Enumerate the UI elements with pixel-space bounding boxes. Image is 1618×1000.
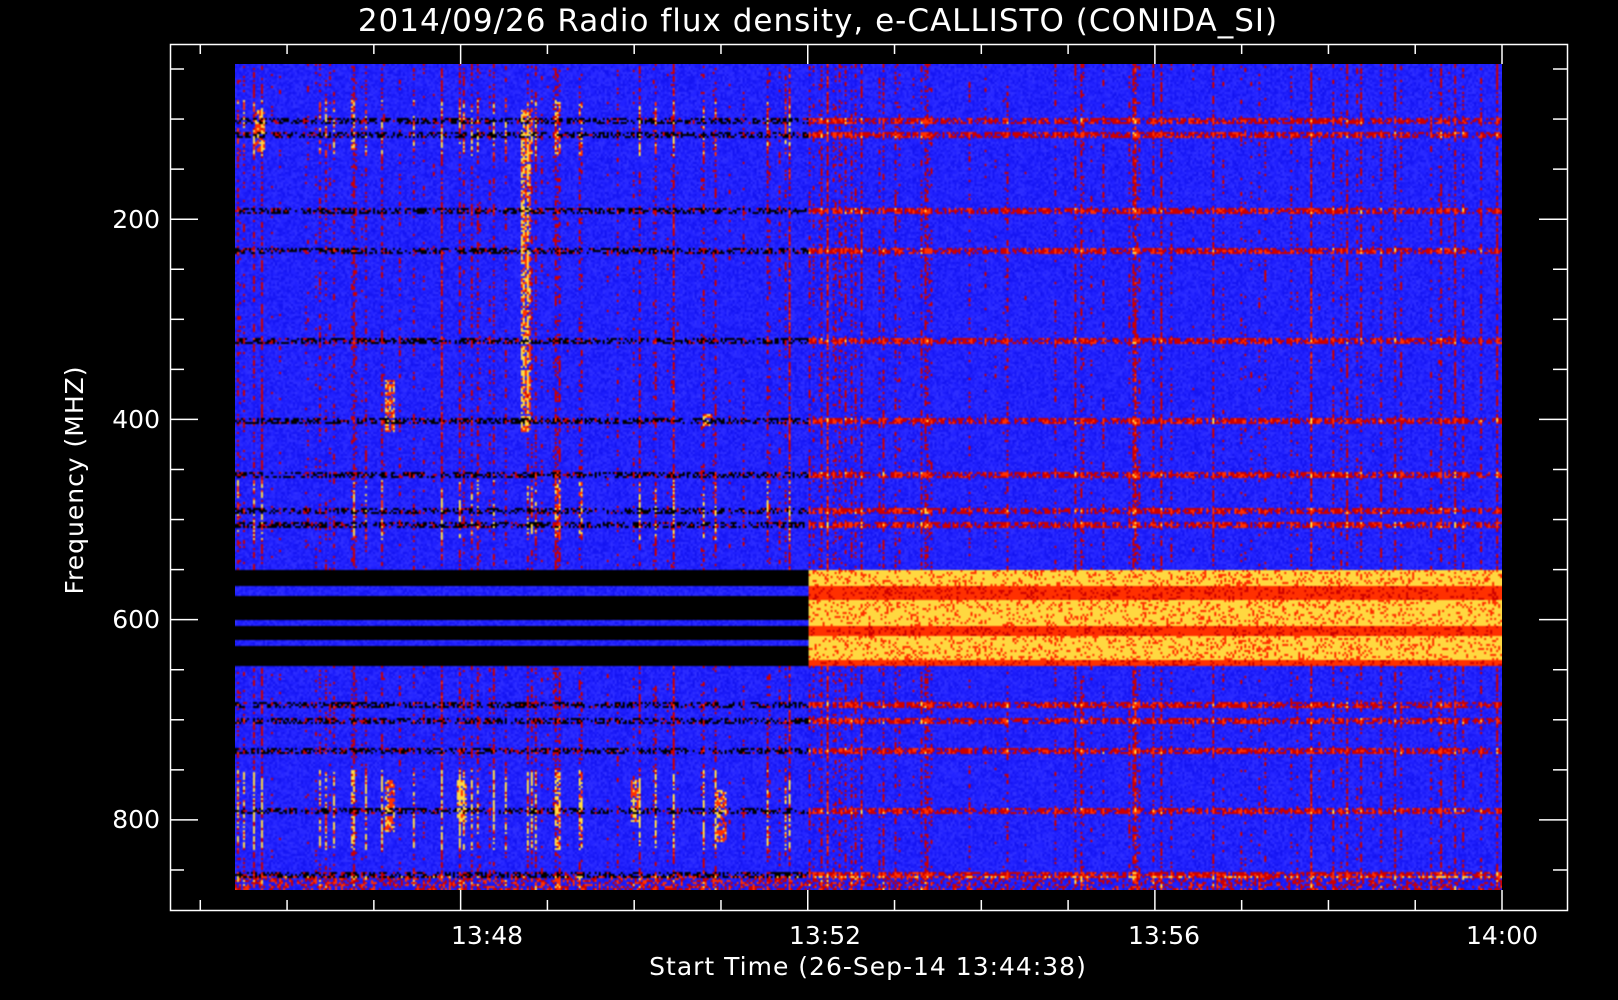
spectrogram-raster (235, 64, 1502, 890)
x-tick-label-1352: 13:52 (789, 921, 861, 950)
y-tick-label-200: 200 (112, 205, 160, 234)
spectrogram-image (235, 64, 1502, 890)
x-tick-label-1400: 14:00 (1466, 921, 1538, 950)
plot-area (169, 43, 1569, 912)
x-tick-label-1356: 13:56 (1128, 921, 1200, 950)
y-tick-label-800: 800 (112, 805, 160, 834)
x-tick-label-1348: 13:48 (451, 921, 523, 950)
y-axis-label: Frequency (MHZ) (60, 365, 89, 594)
x-axis-label: Start Time (26-Sep-14 13:44:38) (649, 952, 1087, 981)
y-tick-label-400: 400 (112, 405, 160, 434)
spectrogram-chart: 2014/09/26 Radio flux density, e-CALLIST… (0, 0, 1618, 1000)
chart-title: 2014/09/26 Radio flux density, e-CALLIST… (358, 3, 1278, 39)
y-tick-label-600: 600 (112, 605, 160, 634)
